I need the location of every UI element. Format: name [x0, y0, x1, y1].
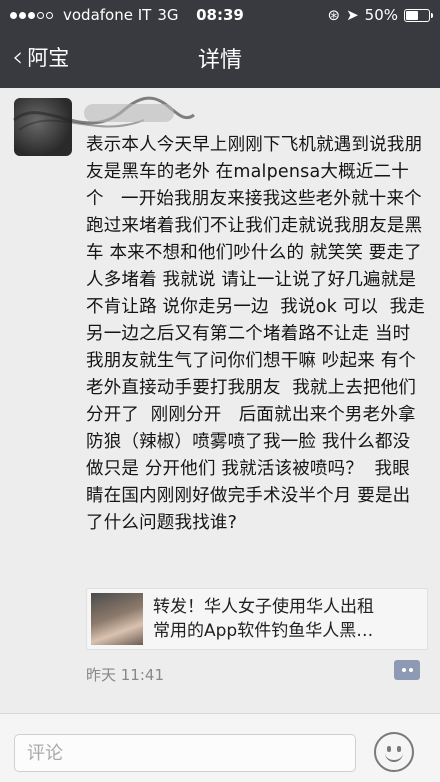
- link-title-line1: 转发！华人女子使用华人出租: [153, 597, 374, 617]
- post-timestamp: 昨天 11:41: [86, 666, 164, 684]
- dot-icon: [408, 668, 413, 672]
- header: vodafone IT 3G 08:39 ⊛ ➤ 50% ‹ 阿宝 详情: [0, 0, 440, 88]
- comment-bar: 评论: [0, 713, 440, 782]
- battery-icon: [404, 8, 433, 22]
- post-text: 表示本人今天早上刚刚下飞机就遇到说我朋友是黑车的老外 在malpensa大概近二…: [86, 135, 428, 533]
- page-title: 详情: [197, 48, 242, 73]
- rotation-lock-icon: ⊛: [327, 6, 341, 24]
- post-detail: 表示本人今天早上刚刚下飞机就遇到说我朋友是黑车的老外 在malpensa大概近二…: [0, 88, 440, 713]
- shared-link-card[interactable]: 转发！华人女子使用华人出租 常用的App软件钓鱼华人黑…: [86, 588, 428, 650]
- link-title-line2: 常用的App软件钓鱼华人黑…: [153, 621, 374, 641]
- more-options-button[interactable]: [394, 660, 420, 680]
- dot-icon: [401, 668, 406, 672]
- comment-input[interactable]: 评论: [14, 734, 356, 772]
- status-bar: vodafone IT 3G 08:39 ⊛ ➤ 50%: [0, 0, 440, 30]
- nav-bar: ‹ 阿宝 详情: [0, 30, 440, 88]
- location-icon: ➤: [346, 6, 359, 24]
- link-thumbnail: [91, 593, 143, 645]
- battery-percent: 50%: [364, 6, 398, 24]
- emoji-icon[interactable]: [374, 732, 414, 772]
- username-blurred: [84, 104, 174, 122]
